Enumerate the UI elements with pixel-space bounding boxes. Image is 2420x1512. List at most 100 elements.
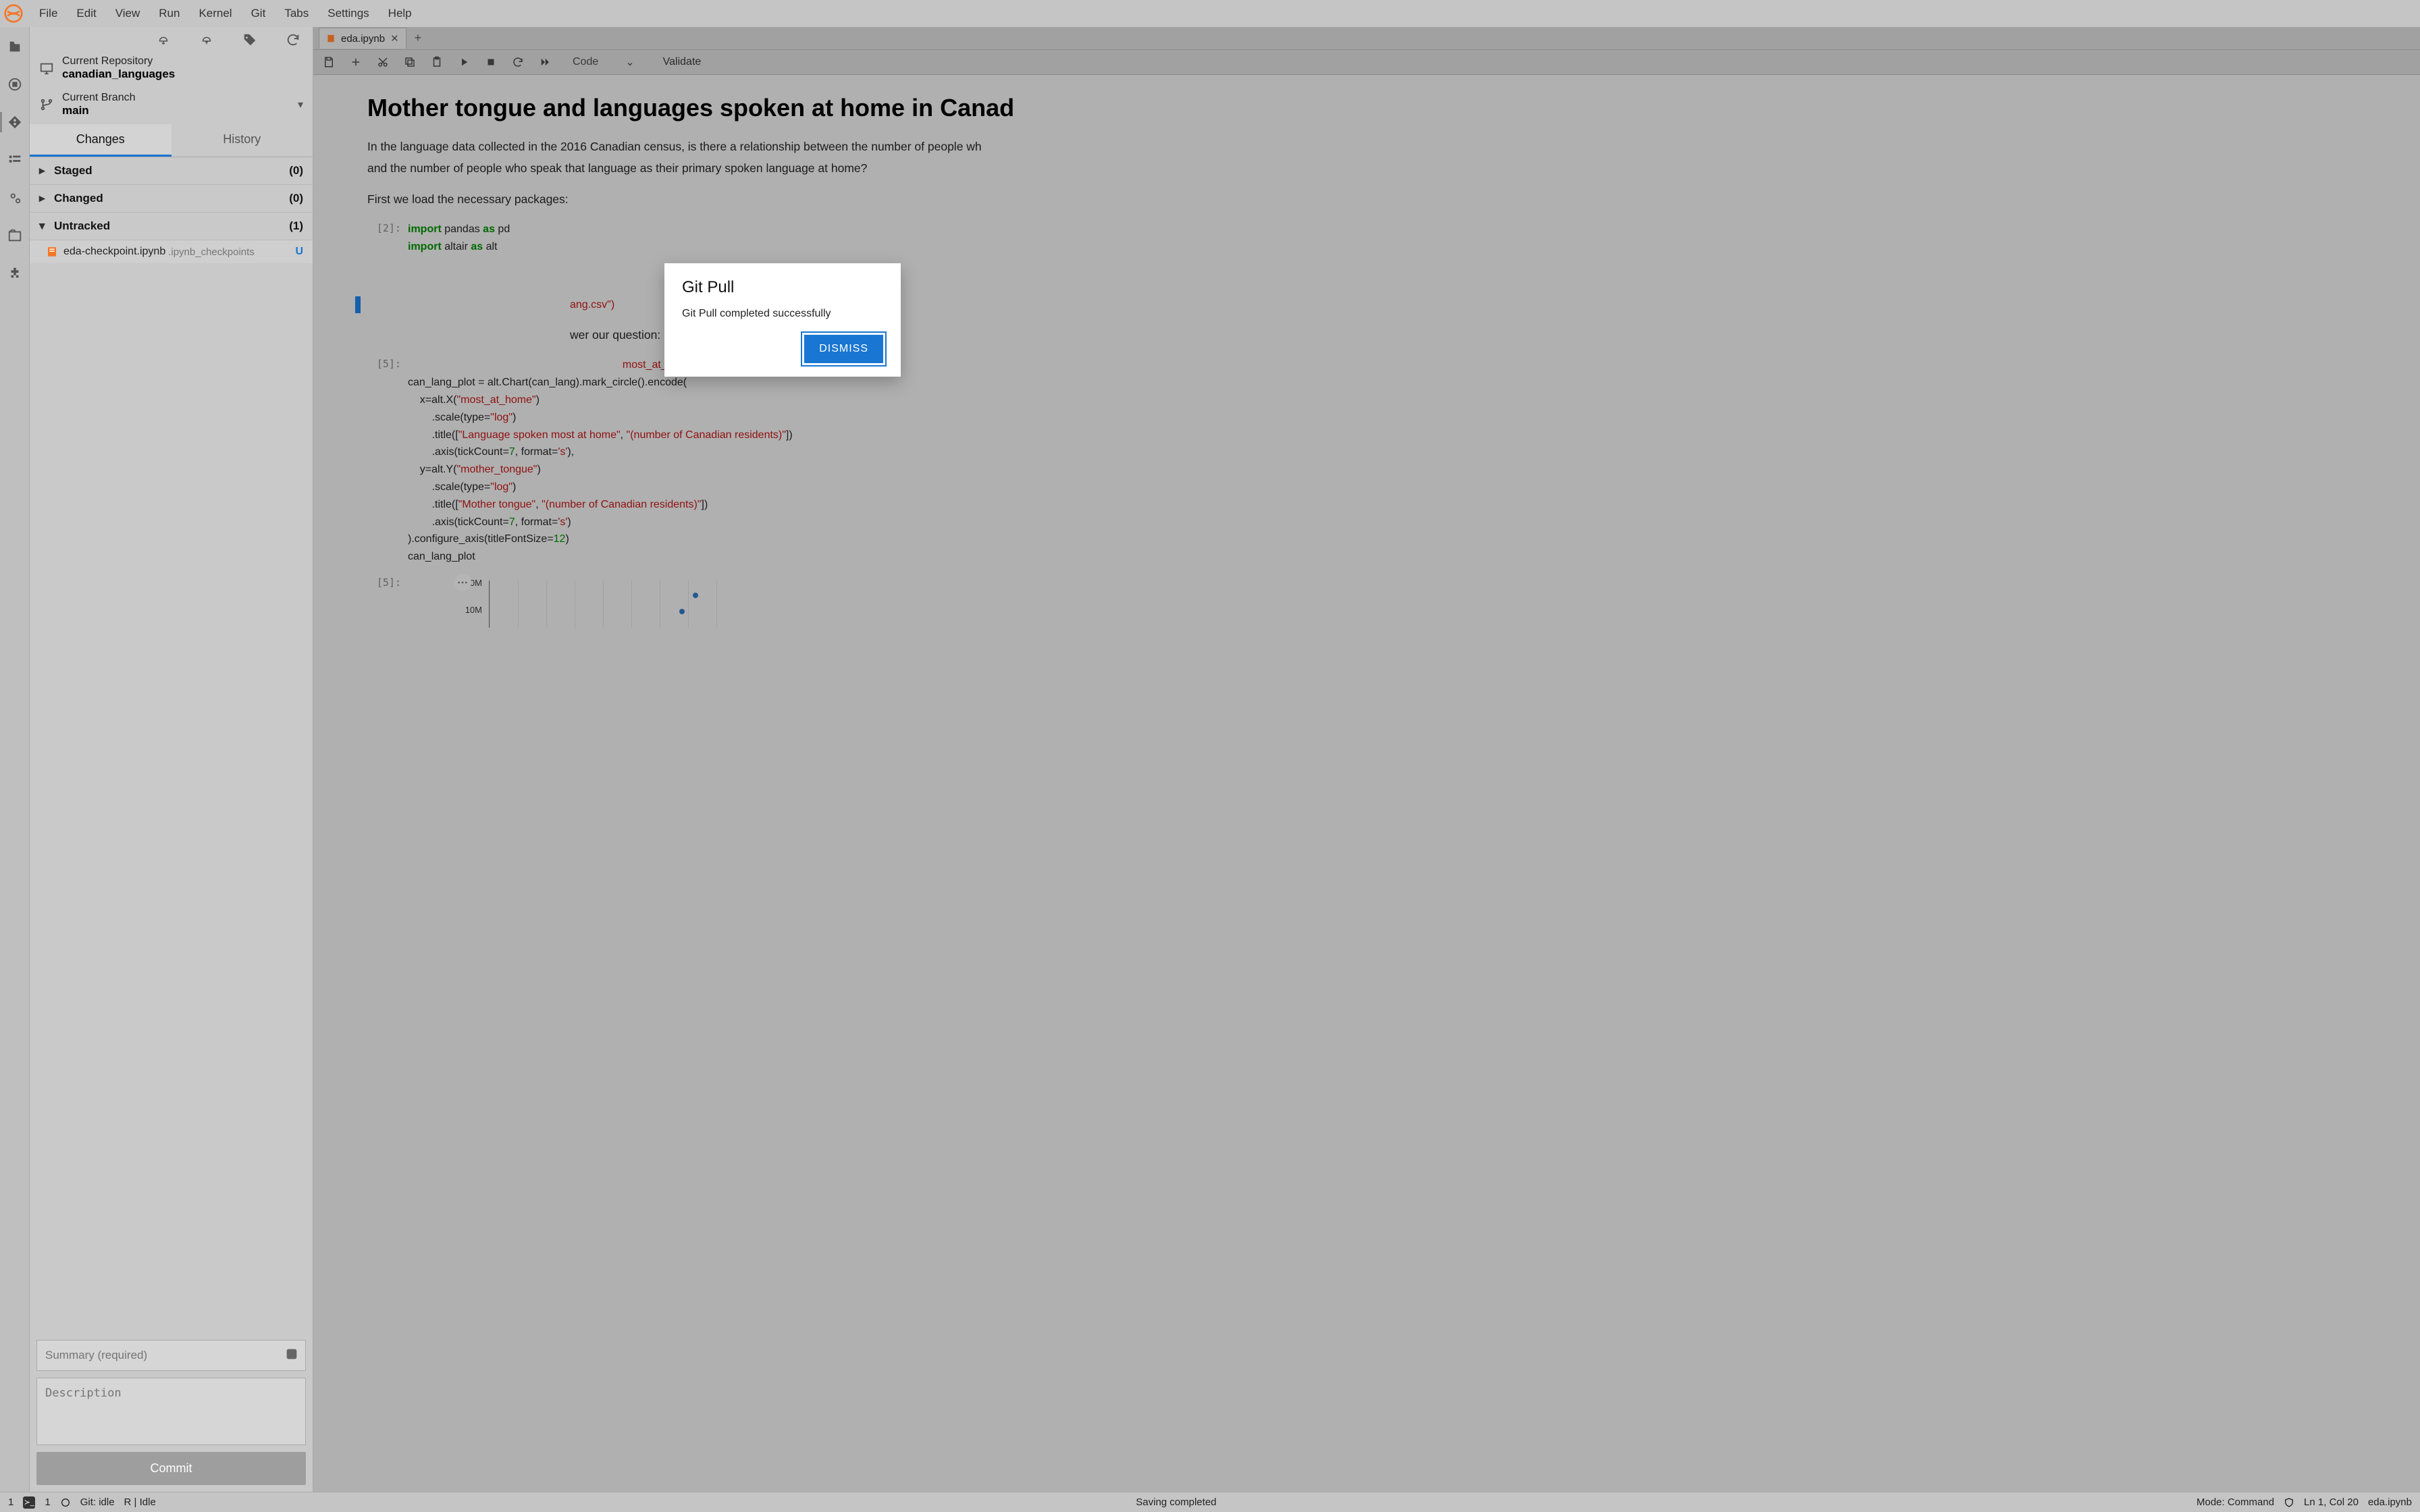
chart-point: [679, 609, 685, 614]
tab-changes[interactable]: Changes: [30, 124, 172, 157]
menu-file[interactable]: File: [30, 3, 67, 24]
pull-icon[interactable]: [156, 32, 171, 47]
refresh-icon[interactable]: [286, 32, 300, 47]
status-file[interactable]: eda.ipynb: [2368, 1496, 2412, 1508]
status-saving: Saving completed: [1136, 1496, 1216, 1508]
chart-tick: 10M: [465, 605, 482, 615]
menu-kernel[interactable]: Kernel: [189, 3, 241, 24]
status-mode[interactable]: Mode: Command: [2197, 1496, 2274, 1508]
status-git[interactable]: Git: idle: [80, 1496, 115, 1508]
cell-type-select[interactable]: Code ⌄: [573, 55, 635, 69]
cut-icon[interactable]: [377, 56, 389, 68]
commit-summary-input[interactable]: [36, 1340, 306, 1371]
settings-icon[interactable]: [7, 190, 22, 205]
status-terminals[interactable]: 1: [45, 1496, 50, 1508]
running-icon[interactable]: [7, 77, 22, 92]
notebook-body[interactable]: Mother tongue and languages spoken at ho…: [313, 75, 2420, 1492]
toc-icon[interactable]: [7, 153, 22, 167]
run-icon[interactable]: [458, 56, 470, 68]
menu-view[interactable]: View: [106, 3, 150, 24]
file-status: U: [295, 246, 303, 258]
section-changed-count: (0): [289, 192, 303, 205]
intro-line-1: In the language data collected in the 20…: [367, 137, 1043, 156]
commit-button[interactable]: Commit: [36, 1452, 306, 1485]
branch-label: Current Branch: [62, 92, 290, 104]
cell-type-label: Code: [573, 56, 598, 68]
chart-menu-icon[interactable]: ⋯: [454, 574, 471, 591]
git-icon[interactable]: [7, 115, 22, 130]
section-staged-count: (0): [289, 164, 303, 178]
notebook-tab-label: eda.ipynb: [341, 33, 385, 45]
app-root: File Edit View Run Kernel Git Tabs Setti…: [0, 0, 2420, 1512]
code-content: import pandas as pd import altair as alt: [408, 221, 510, 256]
menubar: File Edit View Run Kernel Git Tabs Setti…: [0, 0, 2420, 27]
section-untracked-count: (1): [289, 219, 303, 233]
git-panel-toolbar: [30, 27, 313, 51]
push-icon[interactable]: [199, 32, 214, 47]
branch-icon: [39, 97, 54, 112]
menu-git[interactable]: Git: [242, 3, 275, 24]
jupyter-logo-icon: [4, 4, 23, 23]
trust-icon[interactable]: [2284, 1497, 2294, 1508]
caret-down-icon: ▾: [39, 219, 49, 233]
repo-name: canadian_languages: [62, 68, 303, 81]
new-tab-button[interactable]: +: [406, 28, 430, 48]
status-cursor[interactable]: Ln 1, Col 20: [2304, 1496, 2359, 1508]
section-staged[interactable]: ▸ Staged (0): [30, 157, 313, 185]
paste-icon[interactable]: [431, 56, 443, 68]
save-icon[interactable]: [323, 56, 335, 68]
chart-point: [693, 593, 698, 598]
left-rail: [0, 27, 30, 1492]
untracked-file-row[interactable]: eda-checkpoint.ipynb .ipynb_checkpoints …: [30, 240, 313, 263]
tag-icon[interactable]: [242, 32, 257, 47]
notebook-title: Mother tongue and languages spoken at ho…: [367, 94, 2420, 122]
copy-icon[interactable]: [404, 56, 416, 68]
status-kernel[interactable]: R | Idle: [124, 1496, 156, 1508]
menu-run[interactable]: Run: [149, 3, 189, 24]
notebook-icon: [326, 34, 336, 43]
close-icon[interactable]: ✕: [390, 32, 399, 45]
notebook-tab[interactable]: eda.ipynb ✕: [319, 28, 406, 49]
extensions-icon[interactable]: [7, 266, 22, 281]
code-content: ang.csv"): [570, 296, 614, 314]
section-staged-title: Staged: [54, 164, 93, 178]
chevron-down-icon: ▾: [298, 98, 303, 111]
notebook-file-icon: [46, 246, 58, 258]
statusbar: 1 ≻_ 1 Git: idle R | Idle Saving complet…: [0, 1492, 2420, 1512]
dialog-title: Git Pull: [682, 278, 883, 297]
code-cell-2[interactable]: [2]: import pandas as pd import altair a…: [367, 221, 2420, 256]
menu-tabs[interactable]: Tabs: [275, 3, 318, 24]
notebook-toolbar: Code ⌄ Validate: [313, 50, 2420, 75]
desktop-icon: [39, 61, 54, 76]
menu-settings[interactable]: Settings: [318, 3, 378, 24]
menu-edit[interactable]: Edit: [67, 3, 105, 24]
dismiss-button[interactable]: DISMISS: [804, 335, 883, 363]
git-panel: Current Repository canadian_languages Cu…: [30, 27, 313, 1492]
status-left-count[interactable]: 1: [8, 1496, 14, 1508]
menu-help[interactable]: Help: [379, 3, 421, 24]
amend-icon[interactable]: [284, 1347, 299, 1361]
tab-history[interactable]: History: [172, 124, 313, 157]
dialog-message: Git Pull completed successfully: [682, 308, 883, 320]
tabbed-icon[interactable]: [7, 228, 22, 243]
caret-right-icon: ▸: [39, 164, 49, 178]
cell-prompt: [367, 296, 408, 314]
add-cell-icon[interactable]: [350, 56, 362, 68]
files-icon[interactable]: [7, 39, 22, 54]
terminal-icon[interactable]: ≻_: [23, 1496, 35, 1509]
validate-button[interactable]: Validate: [663, 56, 702, 68]
run-all-icon[interactable]: [539, 56, 551, 68]
current-repo[interactable]: Current Repository canadian_languages: [30, 51, 313, 88]
stop-icon[interactable]: [485, 56, 497, 68]
code-cell-5[interactable]: [5]: most_at_home"] > 0] can_lang_plot =…: [367, 356, 2420, 566]
commit-description-input[interactable]: [36, 1378, 306, 1445]
cell-prompt: [5]:: [367, 575, 408, 632]
main-area: eda.ipynb ✕ + Code ⌄ Validate: [313, 27, 2420, 1492]
kernel-status-icon[interactable]: [60, 1497, 71, 1508]
section-changed-title: Changed: [54, 192, 103, 205]
section-changed[interactable]: ▸ Changed (0): [30, 185, 313, 213]
branch-name: main: [62, 104, 290, 117]
section-untracked[interactable]: ▾ Untracked (1): [30, 213, 313, 240]
restart-icon[interactable]: [512, 56, 524, 68]
current-branch[interactable]: Current Branch main ▾: [30, 88, 313, 124]
